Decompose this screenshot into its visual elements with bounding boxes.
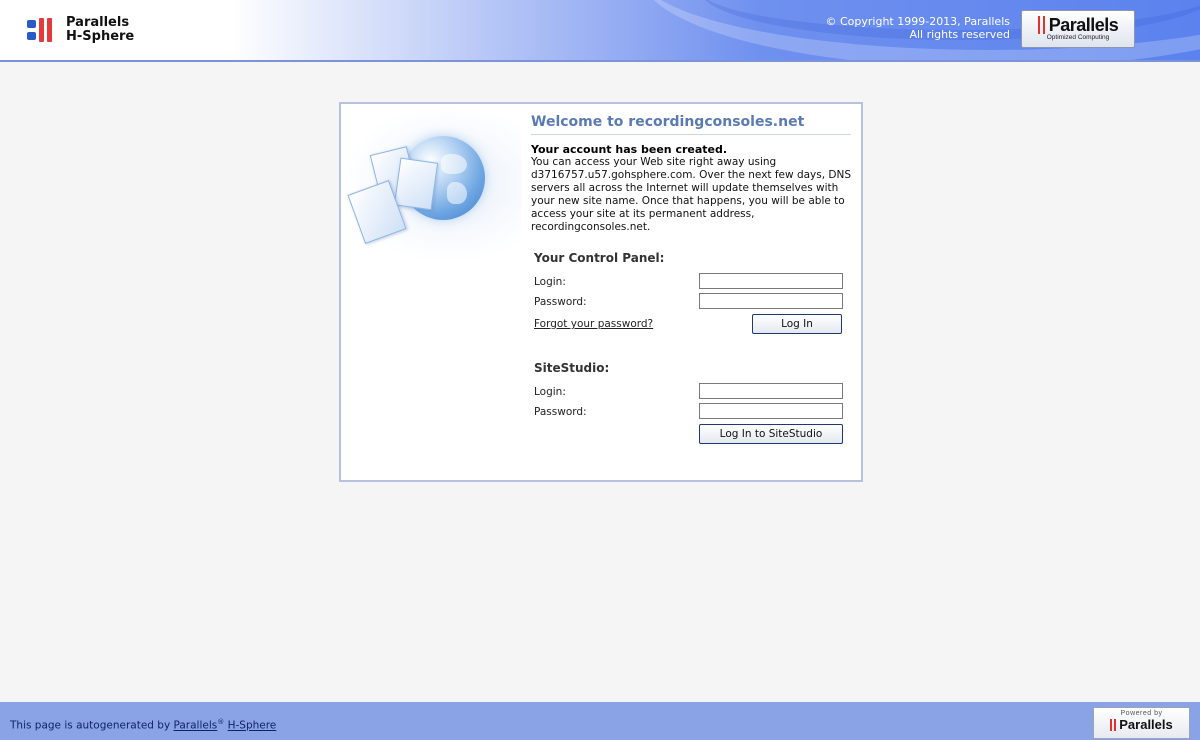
footer-text: This page is autogenerated by Parallels®… [10,718,276,732]
globe-illustration [341,104,521,264]
footer-text-prefix: This page is autogenerated by [10,719,171,732]
control-panel-login-input[interactable] [699,273,843,289]
welcome-title: Welcome to recordingconsoles.net [531,114,851,135]
account-info-text: You can access your Web site right away … [531,156,852,233]
document-icon [393,157,439,211]
logo-line-2: H-Sphere [66,29,135,44]
control-panel-login-button[interactable]: Log In [752,314,842,334]
sitestudio-login-label: Login: [534,386,566,398]
footer-parallels-link[interactable]: Parallels [174,720,218,732]
brand-name: Parallels [1048,15,1119,35]
sitestudio-title: SiteStudio: [534,361,610,375]
logo-text: Parallels H-Sphere [66,16,134,44]
sitestudio-password-label: Password: [534,406,587,418]
hsphere-logo[interactable]: Parallels H-Sphere [25,16,134,44]
control-panel-password-label: Password: [534,296,587,308]
welcome-panel: Welcome to recordingconsoles.net Your ac… [339,102,863,482]
parallels-brand-badge[interactable]: Parallels Optimized Computing [1021,10,1135,48]
sitestudio-login-button[interactable]: Log In to SiteStudio [699,424,843,444]
powered-by-brand: Parallels [1119,717,1173,732]
sitestudio-login-input[interactable] [699,383,843,399]
control-panel-password-input[interactable] [699,293,843,309]
control-panel-title: Your Control Panel: [534,251,665,265]
forgot-password-link[interactable]: Forgot your password? [534,318,653,330]
control-panel-login-label: Login: [534,276,566,288]
powered-by-badge[interactable]: Powered by Parallels [1093,707,1190,739]
account-created-heading: Your account has been created. [531,143,728,156]
hsphere-logo-icon [25,16,57,44]
copyright-line-1: © Copyright 1999-2013, Parallels [825,15,1010,28]
powered-by-label: Powered by [1120,710,1163,717]
parallels-bars-icon [1037,16,1046,34]
footer-hsphere-link[interactable]: H-Sphere [228,720,277,732]
copyright-text: © Copyright 1999-2013, Parallels All rig… [825,15,1010,41]
page-header: Parallels H-Sphere © Copyright 1999-2013… [0,0,1200,62]
parallels-bars-icon [1110,719,1118,731]
page-footer: This page is autogenerated by Parallels®… [0,702,1200,740]
copyright-line-2: All rights reserved [909,28,1010,41]
logo-line-1: Parallels [66,15,130,30]
sitestudio-password-input[interactable] [699,403,843,419]
registered-mark: ® [217,718,225,726]
